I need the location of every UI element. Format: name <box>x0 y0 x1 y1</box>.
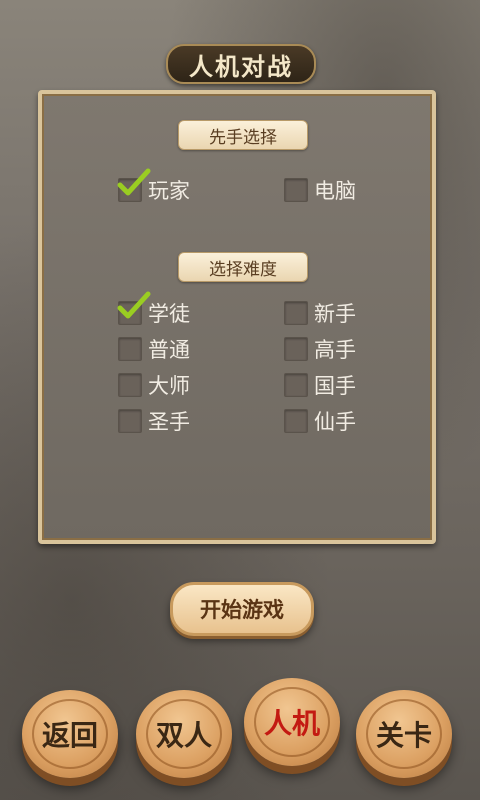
checkbox[interactable] <box>284 337 308 361</box>
checkbox[interactable] <box>284 373 308 397</box>
nav-label: 返回 <box>41 719 98 752</box>
option-label: 学徒 <box>148 302 190 326</box>
option-label: 玩家 <box>148 179 190 203</box>
check-icon <box>117 291 151 319</box>
option-label: 新手 <box>314 302 356 326</box>
start-game-button[interactable]: 开始游戏 <box>170 582 314 636</box>
difficulty-novice[interactable]: 新手 <box>284 299 356 327</box>
check-icon <box>117 168 151 196</box>
difficulty-apprentice[interactable]: 学徒 <box>117 291 190 327</box>
page-title: 人机对战 <box>166 44 316 84</box>
checkbox[interactable] <box>117 291 151 325</box>
difficulty-master[interactable]: 大师 <box>118 371 190 399</box>
nav-label: 人机 <box>263 707 320 740</box>
option-label: 圣手 <box>148 410 190 434</box>
difficulty-normal[interactable]: 普通 <box>118 335 190 363</box>
option-label: 仙手 <box>314 410 356 434</box>
checkbox[interactable] <box>284 178 308 202</box>
option-label: 普通 <box>148 338 190 362</box>
option-label: 国手 <box>314 374 356 398</box>
difficulty-immortal[interactable]: 仙手 <box>284 407 356 435</box>
checkbox[interactable] <box>118 337 142 361</box>
option-computer-first[interactable]: 电脑 <box>284 176 356 204</box>
checkbox[interactable] <box>118 373 142 397</box>
checkbox[interactable] <box>118 409 142 433</box>
nav-two-player-button[interactable]: 双人 <box>136 690 232 778</box>
nav-label: 关卡 <box>375 719 432 752</box>
difficulty-label: 选择难度 <box>178 252 308 282</box>
difficulty-saint[interactable]: 圣手 <box>118 407 190 435</box>
nav-vs-computer-button[interactable]: 人机 <box>244 678 340 766</box>
option-player-first[interactable]: 玩家 <box>117 168 190 204</box>
nav-label: 双人 <box>155 719 212 752</box>
difficulty-expert[interactable]: 高手 <box>284 335 356 363</box>
settings-panel: 先手选择 玩家 电脑 选择难度 学徒 新手 普通 高手 大师 国手 圣手 仙手 <box>38 90 436 544</box>
option-label: 大师 <box>148 374 190 398</box>
checkbox[interactable] <box>284 301 308 325</box>
nav-back-button[interactable]: 返回 <box>22 690 118 778</box>
checkbox[interactable] <box>117 168 151 202</box>
difficulty-national[interactable]: 国手 <box>284 371 356 399</box>
first-move-label: 先手选择 <box>178 120 308 150</box>
checkbox[interactable] <box>284 409 308 433</box>
nav-levels-button[interactable]: 关卡 <box>356 690 452 778</box>
option-label: 电脑 <box>314 179 356 203</box>
option-label: 高手 <box>314 338 356 362</box>
